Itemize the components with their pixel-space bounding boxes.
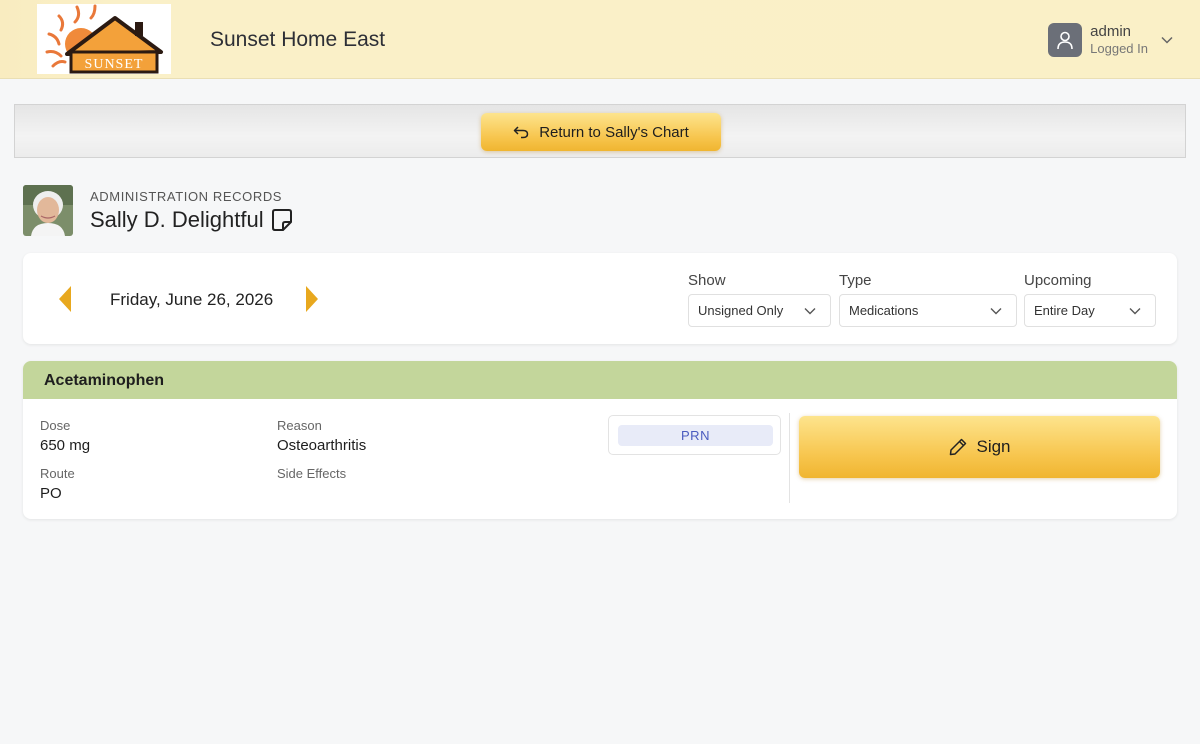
logo-text: SUNSET	[85, 57, 144, 72]
route-label: Route	[40, 466, 75, 481]
return-to-chart-button[interactable]: Return to Sally's Chart	[481, 113, 721, 151]
dose-label: Dose	[40, 418, 71, 433]
patient-photo	[23, 185, 73, 236]
reason-label: Reason	[277, 418, 322, 433]
medication-card: Acetaminophen Dose 650 mg Route PO Reaso…	[23, 361, 1177, 519]
medication-divider	[789, 413, 790, 503]
sun-house-logo-icon: SUNSET	[45, 4, 163, 74]
user-menu[interactable]: admin Logged In	[1048, 22, 1174, 58]
sign-button[interactable]: Sign	[799, 416, 1160, 478]
facility-name: Sunset Home East	[210, 28, 386, 51]
chevron-down-icon	[804, 307, 816, 314]
upcoming-filter-label: Upcoming	[1024, 272, 1092, 289]
sign-button-label: Sign	[976, 437, 1011, 456]
show-filter-select[interactable]: Unsigned Only	[688, 294, 831, 327]
type-filter-value: Medications	[849, 303, 919, 318]
user-status: Logged In	[1090, 41, 1148, 56]
previous-day-arrow-icon[interactable]	[58, 285, 72, 313]
medication-name: Acetaminophen	[44, 372, 165, 389]
sticky-note-icon[interactable]	[269, 207, 295, 233]
facility-logo[interactable]: SUNSET	[37, 4, 171, 74]
user-avatar	[1048, 23, 1083, 57]
show-filter-label: Show	[688, 272, 726, 289]
route-value: PO	[40, 485, 62, 502]
user-name: admin	[1090, 23, 1132, 40]
return-arrow-icon	[513, 126, 529, 139]
patient-name: Sally D. Delightful	[90, 207, 264, 232]
user-icon	[1057, 31, 1073, 50]
return-button-label: Return to Sally's Chart	[539, 123, 689, 141]
prn-badge: PRN	[618, 425, 773, 446]
medication-header: Acetaminophen	[23, 361, 1177, 399]
type-filter-select[interactable]: Medications	[839, 294, 1017, 327]
selected-date: Friday, June 26, 2026	[110, 290, 274, 309]
chevron-down-icon[interactable]	[1160, 35, 1174, 45]
filter-card: Friday, June 26, 2026 Show Unsigned Only…	[23, 253, 1177, 344]
return-bar: Return to Sally's Chart	[14, 104, 1186, 158]
upcoming-filter-value: Entire Day	[1034, 303, 1095, 318]
section-label: ADMINISTRATION RECORDS	[90, 189, 283, 204]
pencil-icon	[950, 438, 967, 456]
chevron-down-icon	[990, 307, 1002, 314]
show-filter-value: Unsigned Only	[698, 303, 784, 318]
side-effects-label: Side Effects	[277, 466, 347, 481]
dose-value: 650 mg	[40, 437, 91, 454]
type-filter-label: Type	[839, 272, 872, 289]
reason-value: Osteoarthritis	[277, 437, 367, 454]
prn-badge-box: PRN	[608, 415, 781, 455]
upcoming-filter-select[interactable]: Entire Day	[1024, 294, 1156, 327]
app-header: SUNSET Sunset Home East admin Logged In	[0, 0, 1200, 79]
chevron-down-icon	[1129, 307, 1141, 314]
next-day-arrow-icon[interactable]	[305, 285, 319, 313]
